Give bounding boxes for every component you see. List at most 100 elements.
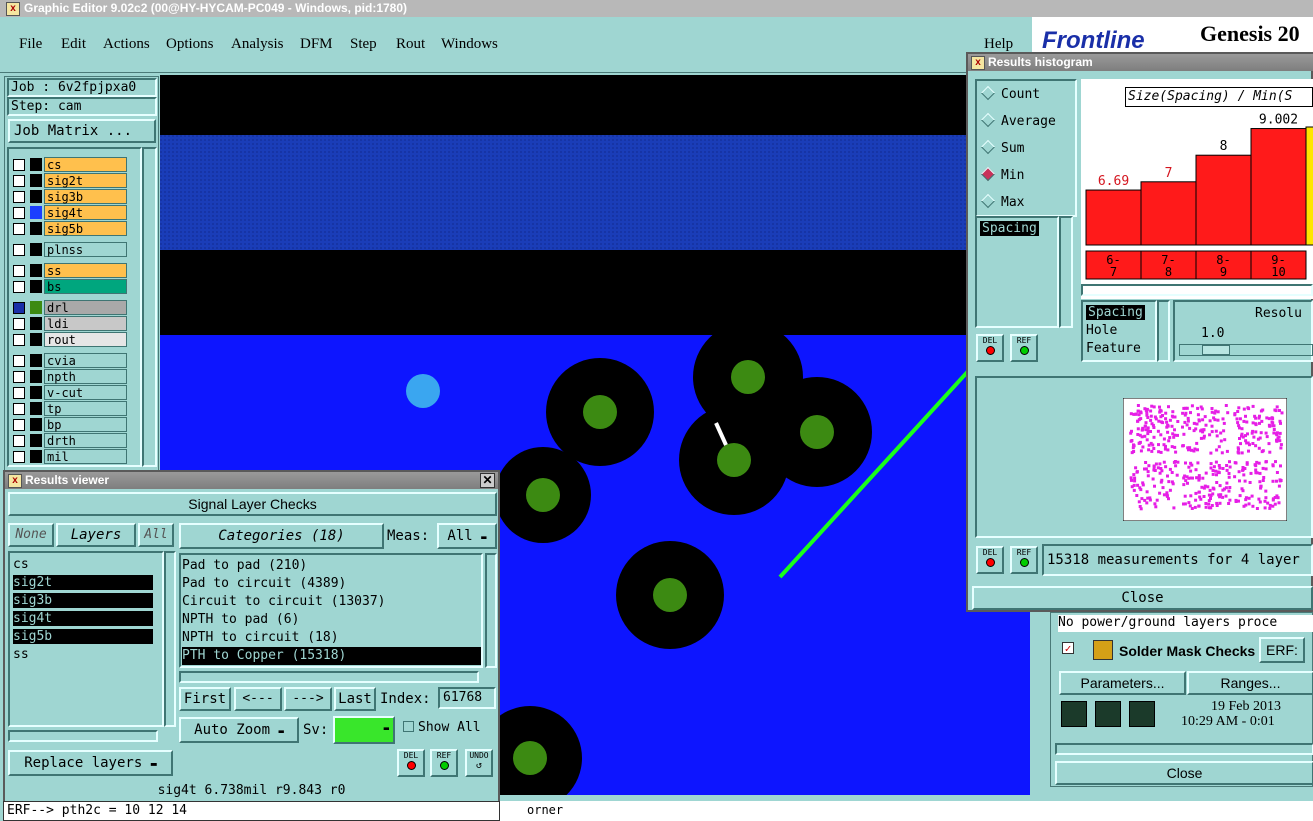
layer-affected-checkbox[interactable] — [13, 159, 25, 171]
action-icon-1[interactable] — [1061, 701, 1087, 727]
menu-file[interactable]: File — [19, 36, 42, 53]
del-button[interactable]: DEL — [397, 749, 425, 777]
layer-row-plnss[interactable]: plnss — [10, 242, 128, 258]
result-layer-cs[interactable]: cs — [13, 557, 153, 572]
action-icon-2[interactable] — [1095, 701, 1121, 727]
last-button[interactable]: Last — [334, 687, 376, 711]
layer-row-sig3b[interactable]: sig3b — [10, 189, 128, 205]
option-min[interactable]: Min — [980, 166, 1024, 183]
layer-row-sig5b[interactable]: sig5b — [10, 221, 128, 237]
layer-display-swatch[interactable] — [30, 243, 42, 256]
layer-display-swatch[interactable] — [30, 301, 42, 314]
all-button[interactable]: All — [138, 523, 174, 547]
result-layer-sig5b[interactable]: sig5b — [13, 629, 153, 644]
layer-row-cvia[interactable]: cvia — [10, 353, 128, 369]
bottom-list-hole[interactable]: Hole — [1086, 323, 1117, 338]
histogram-bar[interactable] — [1085, 189, 1142, 246]
layer-row-ldi[interactable]: ldi — [10, 316, 128, 332]
slider-handle[interactable] — [1202, 345, 1230, 355]
chart-hscroll[interactable] — [1081, 284, 1313, 296]
index-input[interactable]: 61768 — [438, 687, 496, 709]
resolution-slider[interactable] — [1179, 344, 1313, 356]
layer-affected-checkbox[interactable] — [13, 281, 25, 293]
hist-ref-button[interactable]: REF — [1010, 546, 1038, 574]
layer-affected-checkbox[interactable] — [13, 318, 25, 330]
erf-button[interactable]: ERF: — [1259, 637, 1305, 663]
ref-button[interactable]: REF — [430, 749, 458, 777]
layer-display-swatch[interactable] — [30, 386, 42, 399]
layer-affected-checkbox[interactable] — [13, 265, 25, 277]
layer-display-swatch[interactable] — [30, 354, 42, 367]
none-button[interactable]: None — [8, 523, 54, 547]
next-button[interactable]: ---> — [284, 687, 332, 711]
menu-analysis[interactable]: Analysis — [231, 36, 284, 53]
layer-display-swatch[interactable] — [30, 190, 42, 203]
layer-display-swatch[interactable] — [30, 370, 42, 383]
layer-affected-checkbox[interactable] — [13, 435, 25, 447]
layer-row-sig4t[interactable]: sig4t — [10, 205, 128, 221]
undo-button[interactable]: UNDO ↺ — [465, 749, 493, 777]
parameters-button[interactable]: Parameters... — [1059, 671, 1186, 695]
layer-row-v-cut[interactable]: v-cut — [10, 385, 128, 401]
categories-button[interactable]: Categories (18) — [179, 523, 384, 549]
option-average[interactable]: Average — [980, 112, 1056, 129]
layer-display-swatch[interactable] — [30, 333, 42, 346]
layer-row-bp[interactable]: bp — [10, 417, 128, 433]
layer-row-tp[interactable]: tp — [10, 401, 128, 417]
first-button[interactable]: First — [179, 687, 231, 711]
layer-affected-checkbox[interactable] — [13, 175, 25, 187]
meas-select[interactable]: All ▬ — [437, 523, 497, 549]
layer-affected-checkbox[interactable] — [13, 387, 25, 399]
layer-display-swatch[interactable] — [30, 280, 42, 293]
categories-hscroll[interactable] — [179, 671, 479, 683]
solder-hscroll[interactable] — [1055, 743, 1313, 755]
menu-step[interactable]: Step — [350, 36, 377, 53]
option-sum[interactable]: Sum — [980, 139, 1024, 156]
histogram-bar[interactable] — [1250, 128, 1307, 246]
categories-scrollbar[interactable] — [485, 553, 497, 668]
layer-row-sig2t[interactable]: sig2t — [10, 173, 128, 189]
bottom-list-scrollbar[interactable] — [1157, 300, 1170, 362]
menu-actions[interactable]: Actions — [103, 36, 150, 53]
menu-edit[interactable]: Edit — [61, 36, 86, 53]
job-matrix-button[interactable]: Job Matrix ... — [8, 119, 156, 143]
layer-results-hscroll[interactable] — [8, 730, 158, 742]
sv-color-select[interactable]: ▬ — [333, 716, 395, 744]
layer-display-swatch[interactable] — [30, 174, 42, 187]
layer-display-swatch[interactable] — [30, 158, 42, 171]
layer-display-swatch[interactable] — [30, 418, 42, 431]
close-icon[interactable]: ✕ — [480, 473, 495, 488]
menu-rout[interactable]: Rout — [396, 36, 425, 53]
histogram-close-button[interactable]: Close — [972, 586, 1313, 610]
layer-row-npth[interactable]: npth — [10, 369, 128, 385]
layer-display-swatch[interactable] — [30, 264, 42, 277]
solder-mask-checkbox[interactable]: ✓ — [1062, 642, 1074, 654]
menu-help[interactable]: Help — [984, 36, 1013, 53]
show-all-checkbox[interactable] — [403, 721, 414, 732]
auto-zoom-select[interactable]: Auto Zoom ▬ — [179, 717, 299, 743]
layer-affected-checkbox[interactable] — [13, 207, 25, 219]
layer-display-swatch[interactable] — [30, 317, 42, 330]
layer-display-swatch[interactable] — [30, 206, 42, 219]
layer-row-mil[interactable]: mil — [10, 449, 128, 465]
result-layer-ss[interactable]: ss — [13, 647, 153, 662]
layer-results-scrollbar[interactable] — [164, 551, 176, 727]
hist-del-button-top[interactable]: DEL — [976, 334, 1004, 362]
layer-affected-checkbox[interactable] — [13, 451, 25, 463]
result-layer-sig2t[interactable]: sig2t — [13, 575, 153, 590]
category-pad-to-circuit[interactable]: Pad to circuit (4389) — [182, 575, 481, 593]
ranges-button[interactable]: Ranges... — [1187, 671, 1313, 695]
layer-display-swatch[interactable] — [30, 402, 42, 415]
prev-button[interactable]: <--- — [234, 687, 282, 711]
layer-row-cs[interactable]: cs — [10, 157, 128, 173]
layer-affected-checkbox[interactable] — [13, 371, 25, 383]
layer-affected-checkbox[interactable] — [13, 244, 25, 256]
layer-affected-checkbox[interactable] — [13, 334, 25, 346]
option-max[interactable]: Max — [980, 193, 1024, 210]
layer-row-drl[interactable]: drl — [10, 300, 128, 316]
menu-windows[interactable]: Windows — [441, 36, 498, 53]
top-list-spacing[interactable]: Spacing — [980, 221, 1039, 236]
replace-layers-button[interactable]: Replace layers ▬ — [8, 750, 173, 776]
layer-affected-checkbox[interactable] — [13, 355, 25, 367]
layer-display-swatch[interactable] — [30, 434, 42, 447]
